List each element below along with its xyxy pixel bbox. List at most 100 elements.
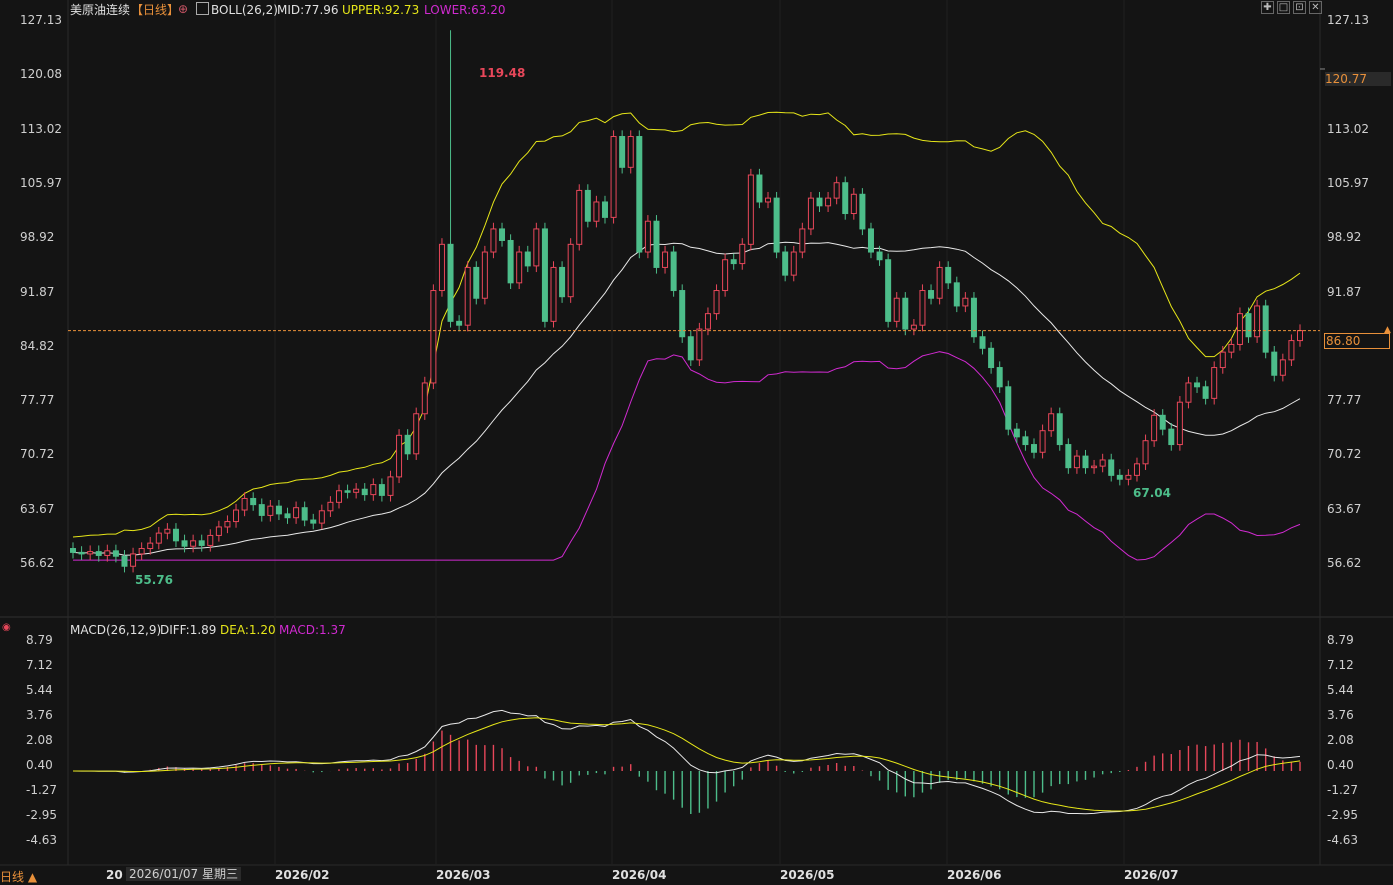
diff-line xyxy=(72,709,1301,815)
fullscreen-icon[interactable]: □ xyxy=(1277,1,1290,14)
candle-body xyxy=(799,228,806,253)
candle-body xyxy=(979,336,986,349)
candle-body xyxy=(284,513,291,519)
price-tick: 77.77 xyxy=(20,393,55,408)
boll-label[interactable]: BOLL(26,2) xyxy=(211,3,278,17)
boll-lower: LOWER:63.20 xyxy=(424,3,506,17)
candle-body xyxy=(653,220,660,268)
candle-body xyxy=(559,266,566,298)
macd-tick: 5.44 xyxy=(1327,682,1354,697)
candle-body xyxy=(293,507,300,519)
candle-body xyxy=(378,484,385,496)
candle-body xyxy=(353,488,360,493)
candle-body xyxy=(962,297,969,307)
price-tick: 91.87 xyxy=(20,284,55,299)
boll-mid: MID:77.96 xyxy=(277,3,339,17)
candle-body xyxy=(713,290,720,315)
candle-body xyxy=(87,551,94,555)
candle-body xyxy=(121,555,128,567)
candle-body xyxy=(550,266,557,322)
last-price-arrow-icon: ▲ xyxy=(1384,325,1391,335)
candle-body xyxy=(387,476,394,496)
candle-body xyxy=(601,201,608,218)
macd-tick: -4.63 xyxy=(26,833,58,847)
period-switch-button[interactable]: 日线 ▲ xyxy=(0,870,37,884)
candle-body xyxy=(1202,386,1209,399)
candle-body xyxy=(1022,436,1029,446)
candle-body xyxy=(1185,382,1192,403)
candle-body xyxy=(430,290,437,384)
candle-body xyxy=(438,243,445,292)
candle-body xyxy=(567,243,574,298)
main-chart-svg xyxy=(0,0,1393,866)
price-tick: 84.82 xyxy=(20,338,55,353)
candle-body xyxy=(1082,455,1089,469)
x-tick-2026-03: 2026/03 xyxy=(436,868,491,882)
price-tick: 91.87 xyxy=(1327,284,1362,299)
candle-body xyxy=(181,540,188,547)
settings-icon[interactable]: ⊕ xyxy=(178,2,188,16)
candle-body xyxy=(456,320,463,326)
candle-body xyxy=(1039,430,1046,453)
candle-body xyxy=(241,497,248,511)
restore-icon[interactable]: ⊡ xyxy=(1293,1,1306,14)
candle-body xyxy=(1279,359,1286,376)
candle-body xyxy=(318,510,325,524)
macd-histogram xyxy=(80,730,1301,815)
x-tick-2026-04: 2026/04 xyxy=(612,868,667,882)
candle-body xyxy=(859,193,866,230)
low-marker: 55.76 xyxy=(135,573,173,587)
candle-body xyxy=(842,182,849,215)
candle-body xyxy=(928,290,935,299)
candle-body xyxy=(258,504,265,516)
candle-body xyxy=(421,382,428,415)
candle-body xyxy=(988,347,995,369)
crosshair-date-box: 2026/01/07 星期三 xyxy=(126,867,241,881)
macd-value: MACD:1.37 xyxy=(279,623,346,637)
candle-body xyxy=(198,540,205,546)
candle-body xyxy=(722,259,729,292)
high-marker: 119.48 xyxy=(479,66,526,80)
candle-body xyxy=(627,136,634,168)
macd-tick: 2.08 xyxy=(26,733,53,747)
macd-tick: -1.27 xyxy=(26,782,58,797)
crosshair-icon[interactable]: ✚ xyxy=(1261,1,1274,14)
macd-diff: DIFF:1.89 xyxy=(160,623,217,637)
macd-tick: -1.27 xyxy=(1327,782,1359,797)
candles xyxy=(70,30,1303,573)
candle-body xyxy=(233,509,240,523)
candle-body xyxy=(172,528,179,542)
indicator-icon[interactable] xyxy=(196,2,209,15)
candle-body xyxy=(876,251,883,261)
candle-body xyxy=(584,189,591,222)
candle-body xyxy=(1228,343,1235,353)
candle-body xyxy=(190,540,197,547)
macd-settings-icon[interactable]: ◉ xyxy=(2,621,11,635)
candle-body xyxy=(473,266,480,299)
macd-dea: DEA:1.20 xyxy=(220,623,276,637)
grid xyxy=(0,0,1393,866)
candle-body xyxy=(224,521,231,528)
close-icon[interactable]: ✕ xyxy=(1309,1,1322,14)
x-tick-partial: 20 xyxy=(106,868,123,882)
price-tick: 105.97 xyxy=(1327,175,1369,190)
candle-body xyxy=(1297,330,1303,342)
macd-tick: 7.12 xyxy=(1327,657,1354,672)
crosshair-price-box: 120.77 xyxy=(1325,72,1391,86)
candle-body xyxy=(1099,459,1106,467)
macd-tick: -4.63 xyxy=(1327,833,1359,847)
candle-body xyxy=(507,239,514,284)
price-tick: 105.97 xyxy=(20,175,62,190)
candle-body xyxy=(1168,428,1175,446)
period-label[interactable]: 【日线】 xyxy=(131,3,179,17)
candle-body xyxy=(1031,444,1038,453)
price-tick: 113.02 xyxy=(1327,121,1369,136)
candle-body xyxy=(953,282,960,307)
overlay xyxy=(68,68,1325,332)
macd-tick: 5.44 xyxy=(26,682,53,697)
macd-title[interactable]: MACD(26,12,9) xyxy=(70,623,161,637)
candle-body xyxy=(1159,414,1166,430)
candle-body xyxy=(370,484,377,496)
price-tick: 70.72 xyxy=(20,447,55,462)
candle-body xyxy=(499,228,506,241)
